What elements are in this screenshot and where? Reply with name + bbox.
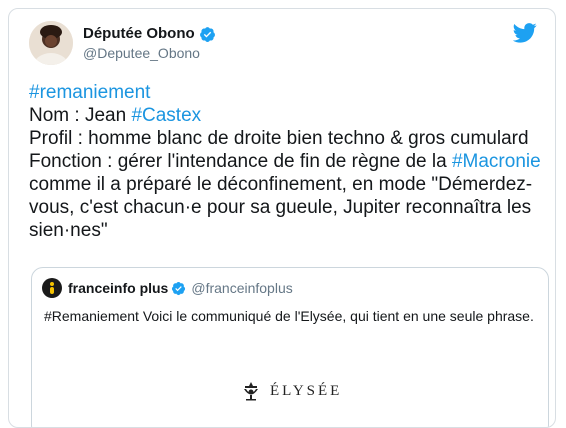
- verified-badge-icon: [172, 281, 186, 295]
- tweet-card: Députée Obono @Deputee_Obono #remaniemen…: [8, 8, 556, 428]
- quoted-tweet[interactable]: franceinfo plus @franceinfoplus #Remanie…: [31, 267, 549, 427]
- author-block: Députée Obono @Deputee_Obono: [83, 25, 216, 62]
- tweet-text-segment: Nom : Jean: [29, 105, 132, 126]
- author-name[interactable]: Députée Obono: [83, 25, 195, 43]
- hashtag-link[interactable]: #remaniement: [29, 82, 150, 103]
- tweet-text-segment: vous, c'est chacun·e pour sa gueule, Jup…: [29, 197, 532, 218]
- quoted-author-name[interactable]: franceinfo plus: [68, 280, 168, 296]
- tweet-text-segment: sien·nes": [29, 220, 108, 241]
- hashtag-link[interactable]: #Macronie: [452, 151, 541, 172]
- quoted-author-handle[interactable]: @franceinfoplus: [191, 280, 292, 296]
- elysee-emblem-icon: [244, 382, 258, 401]
- tweet-text-line: comme il a préparé le déconfinement, en …: [29, 173, 554, 196]
- tweet-text-segment: Profil : homme blanc de droite bien tech…: [29, 128, 529, 149]
- tweet-text-line: sien·nes": [29, 219, 554, 242]
- quoted-tweet-text: #Remaniement Voici le communiqué de l'El…: [44, 308, 534, 324]
- quoted-tweet-header: franceinfo plus @franceinfoplus: [42, 278, 293, 298]
- author-avatar[interactable]: [29, 21, 73, 65]
- twitter-bird-icon[interactable]: [513, 23, 537, 43]
- verified-badge-icon: [199, 26, 215, 42]
- tweet-text-line: #remaniement: [29, 81, 554, 104]
- tweet-text: #remaniement Nom : Jean #Castex Profil : h…: [29, 81, 554, 242]
- tweet-text-line: Nom : Jean #Castex: [29, 104, 554, 127]
- elysee-wordmark: ÉLYSÉE: [270, 382, 343, 399]
- hashtag-link[interactable]: #Castex: [131, 105, 201, 126]
- tweet-text-line: Profil : homme blanc de droite bien tech…: [29, 127, 554, 150]
- franceinfo-avatar-icon[interactable]: [42, 278, 62, 298]
- tweet-text-line: vous, c'est chacun·e pour sa gueule, Jup…: [29, 196, 554, 219]
- tweet-text-segment: Fonction : gérer l'intendance de fin de …: [29, 151, 452, 172]
- elysee-logo: ÉLYSÉE: [240, 380, 342, 402]
- tweet-text-segment: comme il a préparé le déconfinement, en …: [29, 174, 533, 195]
- tweet-text-line: Fonction : gérer l'intendance de fin de …: [29, 150, 554, 173]
- author-handle[interactable]: @Deputee_Obono: [83, 44, 216, 62]
